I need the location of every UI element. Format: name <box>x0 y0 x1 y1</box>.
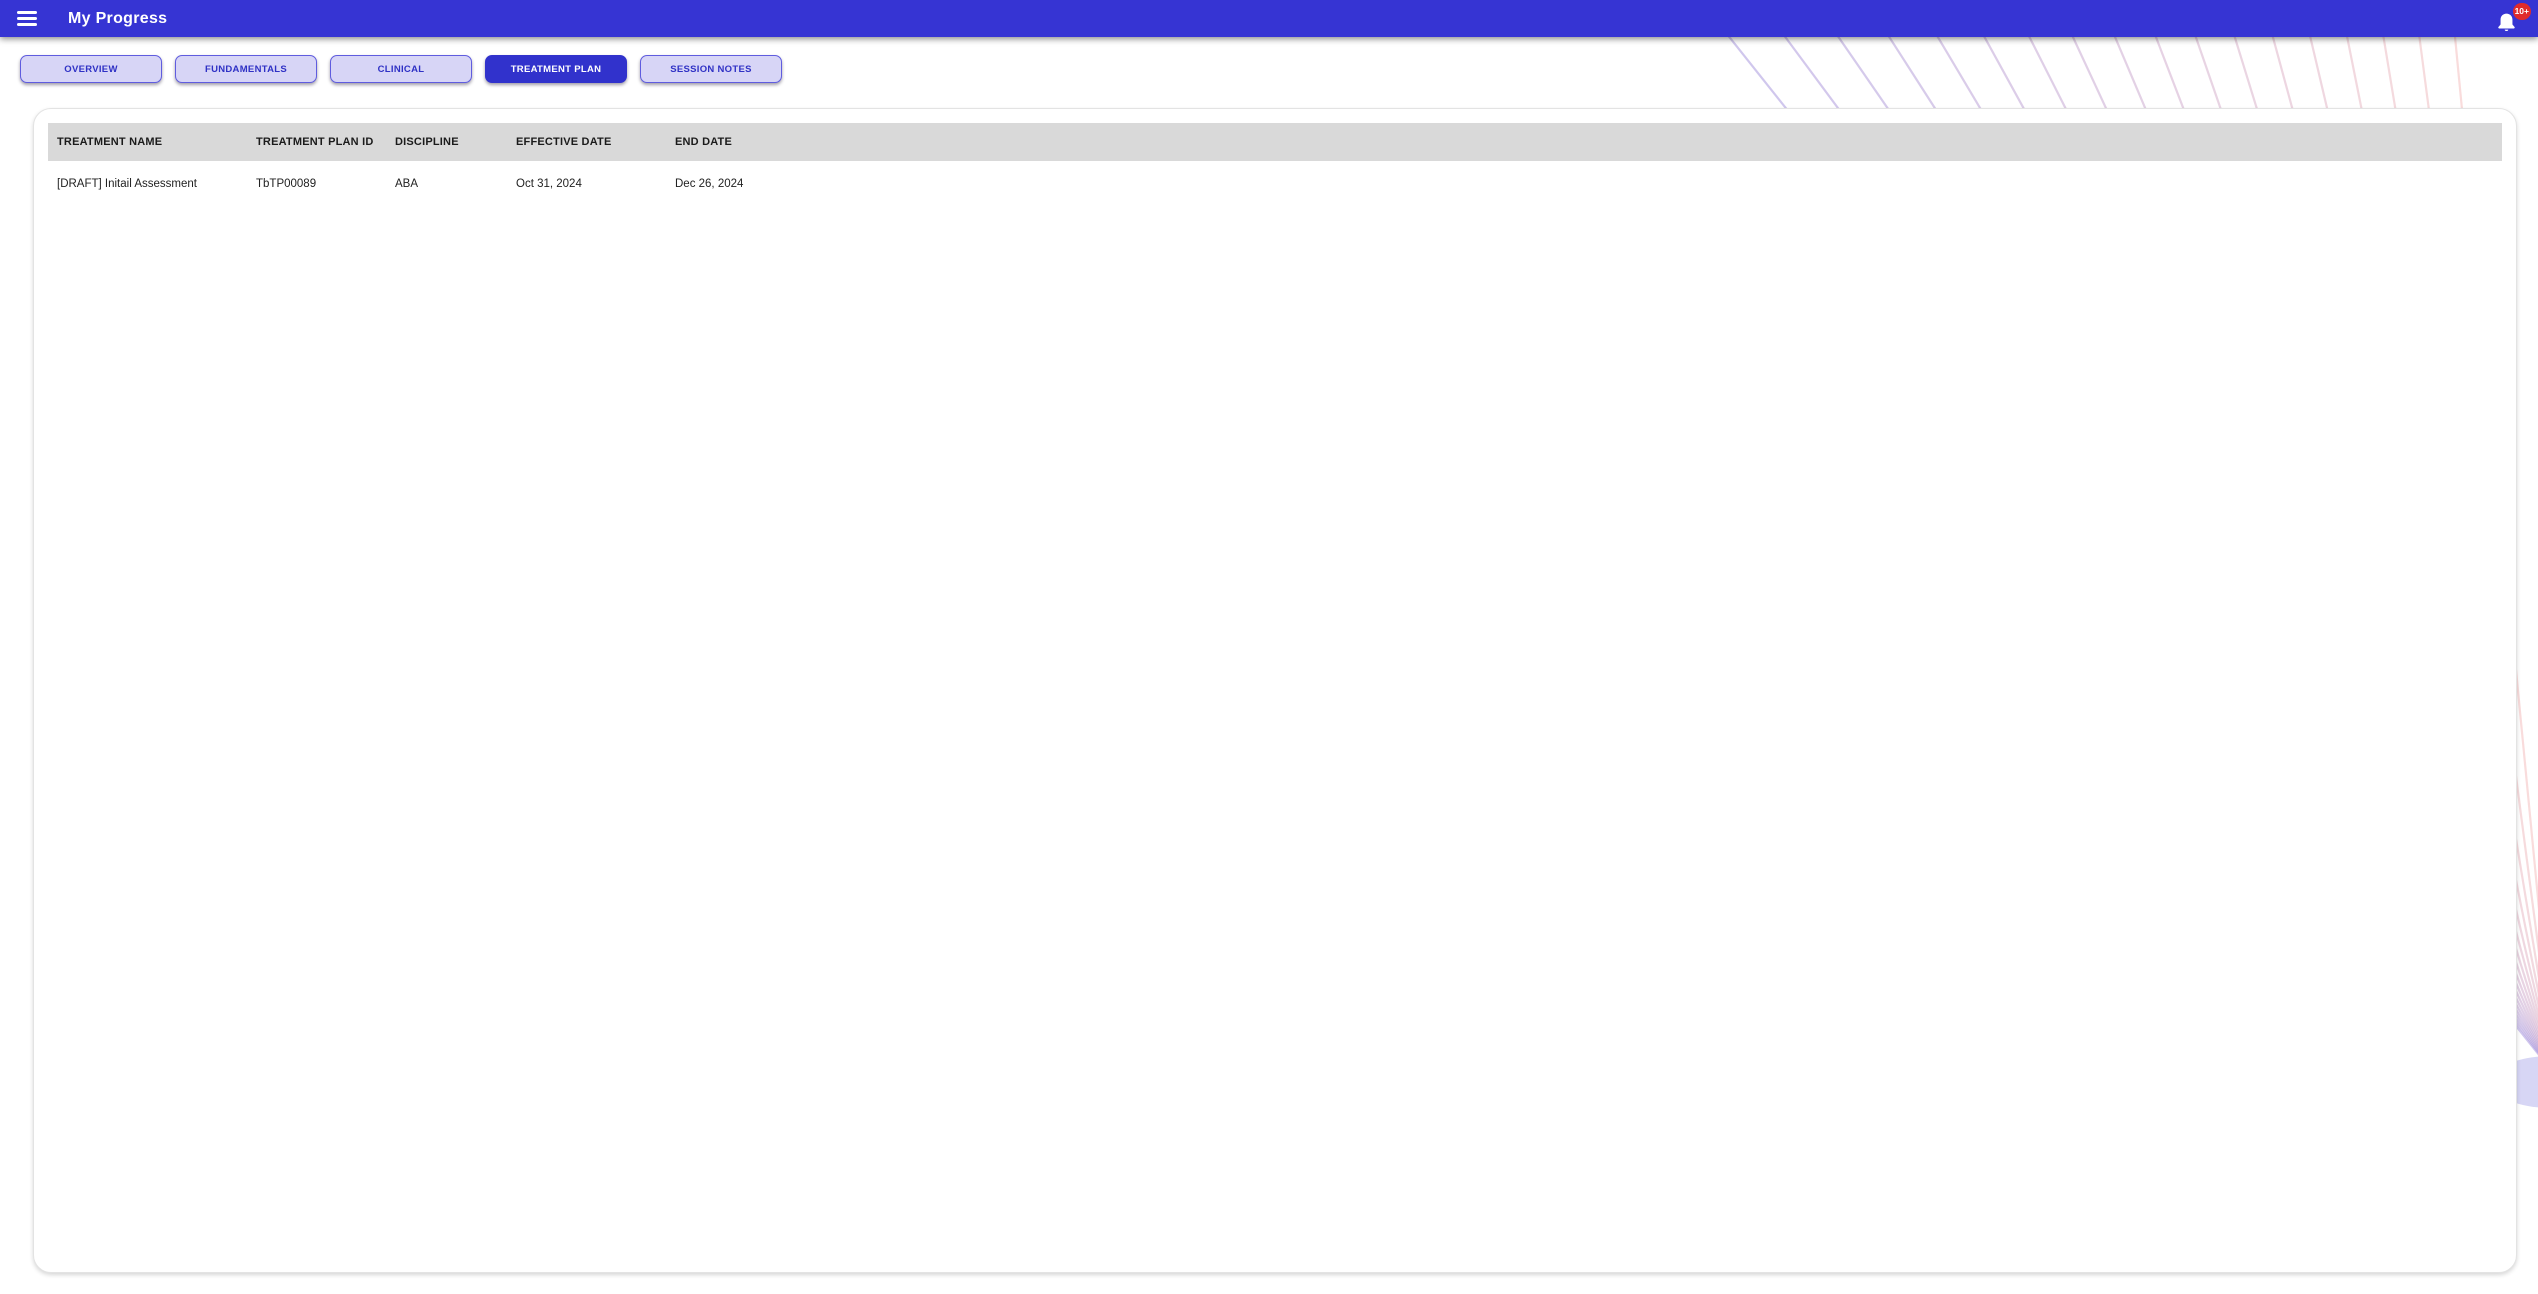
app-bar: My Progress 10+ <box>0 0 2538 37</box>
content-card: TREATMENT NAME TREATMENT PLAN ID DISCIPL… <box>33 108 2517 1273</box>
tab-overview[interactable]: OVERVIEW <box>20 55 162 83</box>
cell-effective-date: Oct 31, 2024 <box>516 178 582 190</box>
table-header-row: TREATMENT NAME TREATMENT PLAN ID DISCIPL… <box>48 123 2502 161</box>
table-row[interactable]: [DRAFT] Initail Assessment TbTP00089 ABA… <box>48 161 2502 207</box>
cell-end-date: Dec 26, 2024 <box>675 178 744 190</box>
notification-count-badge: 10+ <box>2512 2 2531 20</box>
cell-treatment-plan-id: TbTP00089 <box>256 178 317 190</box>
tab-session-notes[interactable]: SESSION NOTES <box>640 55 782 83</box>
tab-fundamentals[interactable]: FUNDAMENTALS <box>175 55 317 83</box>
tab-clinical[interactable]: CLINICAL <box>330 55 472 83</box>
tab-bar: OVERVIEW FUNDAMENTALS CLINICAL TREATMENT… <box>20 55 782 83</box>
column-header-treatment-plan-id: TREATMENT PLAN ID <box>256 136 374 148</box>
page-title: My Progress <box>68 9 168 27</box>
column-header-discipline: DISCIPLINE <box>395 136 459 148</box>
column-header-effective-date: EFFECTIVE DATE <box>516 136 612 148</box>
column-header-treatment-name: TREATMENT NAME <box>57 136 163 148</box>
cell-discipline: ABA <box>395 178 419 190</box>
menu-icon[interactable] <box>17 11 37 26</box>
notification-bell-icon[interactable]: 10+ <box>2495 2 2531 34</box>
cell-treatment-name: [DRAFT] Initail Assessment <box>57 178 197 190</box>
tab-treatment-plan[interactable]: TREATMENT PLAN <box>485 55 627 83</box>
column-header-end-date: END DATE <box>675 136 733 148</box>
